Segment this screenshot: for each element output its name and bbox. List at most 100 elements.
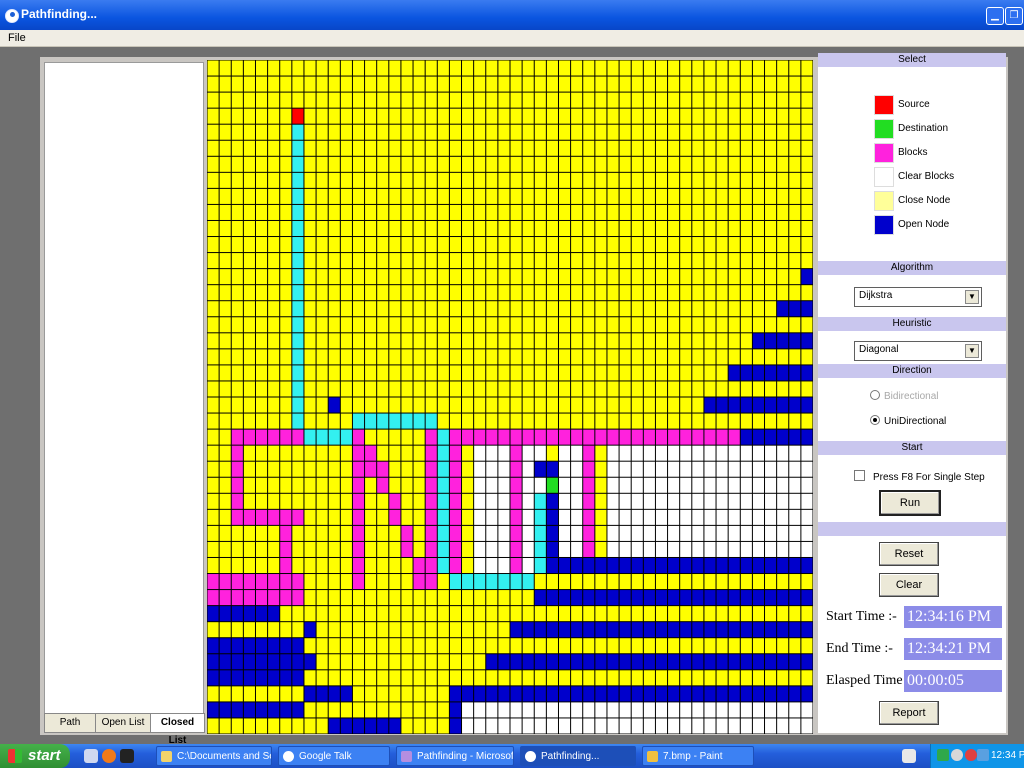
grid-cell-blocks[interactable] (462, 429, 474, 445)
grid-cell-close[interactable] (316, 124, 328, 140)
grid-cell-path[interactable] (437, 461, 449, 477)
grid-cell-source[interactable] (292, 108, 304, 124)
grid-cell-path[interactable] (425, 413, 437, 429)
grid-cell-close[interactable] (704, 638, 716, 654)
grid-cell-close[interactable] (558, 333, 571, 349)
grid-cell-close[interactable] (558, 76, 571, 92)
grid-cell-clear[interactable] (716, 445, 728, 461)
grid-cell-close[interactable] (255, 477, 268, 493)
grid-cell-close[interactable] (583, 253, 595, 269)
grid-cell-close[interactable] (716, 76, 728, 92)
grid-cell-close[interactable] (522, 285, 534, 301)
grid-cell-close[interactable] (765, 172, 777, 188)
grid-cell-close[interactable] (328, 237, 340, 253)
grid-cell-clear[interactable] (680, 461, 692, 477)
grid-cell-clear[interactable] (486, 493, 498, 509)
grid-cell-close[interactable] (377, 606, 389, 622)
grid-cell-close[interactable] (304, 269, 316, 285)
grid-cell-close[interactable] (595, 237, 607, 253)
grid-cell-close[interactable] (328, 606, 340, 622)
grid-cell-close[interactable] (462, 397, 474, 413)
grid-cell-path[interactable] (292, 220, 304, 237)
grid-cell-close[interactable] (510, 220, 522, 237)
grid-cell-blocks[interactable] (534, 429, 546, 445)
grid-cell-open[interactable] (583, 557, 595, 574)
grid-cell-close[interactable] (486, 220, 498, 237)
grid-cell-path[interactable] (534, 525, 546, 541)
grid-cell-close[interactable] (498, 188, 510, 204)
grid-cell-close[interactable] (498, 317, 510, 333)
grid-cell-close[interactable] (631, 413, 643, 429)
grid-cell-close[interactable] (243, 124, 255, 140)
grid-cell-close[interactable] (255, 525, 268, 541)
grid-cell-clear[interactable] (558, 718, 571, 734)
grid-cell-clear[interactable] (728, 525, 740, 541)
grid-cell-close[interactable] (595, 670, 607, 686)
grid-cell-clear[interactable] (498, 445, 510, 461)
grid-cell-close[interactable] (328, 92, 340, 108)
grid-cell-open[interactable] (765, 557, 777, 574)
grid-cell-open[interactable] (716, 686, 728, 702)
grid-cell-close[interactable] (498, 237, 510, 253)
grid-cell-clear[interactable] (765, 493, 777, 509)
grid-cell-close[interactable] (280, 622, 292, 638)
grid-cell-close[interactable] (498, 204, 510, 220)
grid-cell-clear[interactable] (631, 477, 643, 493)
grid-cell-close[interactable] (534, 253, 546, 269)
grid-cell-close[interactable] (425, 220, 437, 237)
grid-cell-close[interactable] (510, 188, 522, 204)
grid-cell-blocks[interactable] (583, 493, 595, 509)
grid-cell-path[interactable] (449, 574, 462, 590)
grid-cell-close[interactable] (449, 60, 462, 76)
grid-cell-close[interactable] (595, 60, 607, 76)
grid-cell-close[interactable] (231, 285, 243, 301)
grid-cell-path[interactable] (365, 413, 377, 429)
grid-cell-close[interactable] (437, 718, 449, 734)
grid-cell-close[interactable] (704, 172, 716, 188)
grid-cell-close[interactable] (425, 670, 437, 686)
grid-cell-close[interactable] (413, 349, 425, 365)
grid-cell-close[interactable] (328, 220, 340, 237)
grid-cell-close[interactable] (716, 124, 728, 140)
grid-cell-open[interactable] (716, 557, 728, 574)
grid-cell-close[interactable] (510, 140, 522, 156)
grid-cell-close[interactable] (789, 285, 801, 301)
grid-cell-close[interactable] (474, 140, 486, 156)
grid-cell-close[interactable] (401, 429, 413, 445)
grid-cell-close[interactable] (474, 349, 486, 365)
grid-cell-close[interactable] (546, 172, 558, 188)
grid-cell-open[interactable] (377, 718, 389, 734)
grid-cell-close[interactable] (486, 60, 498, 76)
grid-cell-clear[interactable] (728, 541, 740, 557)
grid-cell-close[interactable] (462, 60, 474, 76)
grid-cell-close[interactable] (728, 285, 740, 301)
grid-cell-close[interactable] (316, 60, 328, 76)
grid-cell-close[interactable] (231, 156, 243, 172)
grid-cell-close[interactable] (413, 172, 425, 188)
grid-cell-open[interactable] (207, 606, 219, 622)
grid-cell-clear[interactable] (740, 509, 752, 525)
grid-cell-close[interactable] (777, 638, 789, 654)
grid-cell-close[interactable] (365, 702, 377, 718)
grid-cell-close[interactable] (462, 381, 474, 397)
grid-cell-close[interactable] (268, 493, 280, 509)
grid-cell-close[interactable] (462, 237, 474, 253)
grid-cell-close[interactable] (328, 670, 340, 686)
grid-cell-close[interactable] (316, 445, 328, 461)
grid-cell-clear[interactable] (486, 557, 498, 574)
grid-cell-close[interactable] (486, 381, 498, 397)
grid-cell-close[interactable] (268, 477, 280, 493)
grid-cell-blocks[interactable] (231, 493, 243, 509)
grid-cell-close[interactable] (377, 509, 389, 525)
grid-cell-close[interactable] (740, 172, 752, 188)
grid-cell-open[interactable] (765, 590, 777, 606)
grid-cell-clear[interactable] (631, 445, 643, 461)
grid-cell-close[interactable] (534, 285, 546, 301)
grid-cell-close[interactable] (655, 397, 668, 413)
grid-cell-close[interactable] (243, 349, 255, 365)
grid-cell-close[interactable] (728, 237, 740, 253)
grid-cell-clear[interactable] (668, 493, 680, 509)
grid-cell-close[interactable] (740, 76, 752, 92)
grid-cell-close[interactable] (328, 413, 340, 429)
grid-cell-close[interactable] (340, 140, 352, 156)
